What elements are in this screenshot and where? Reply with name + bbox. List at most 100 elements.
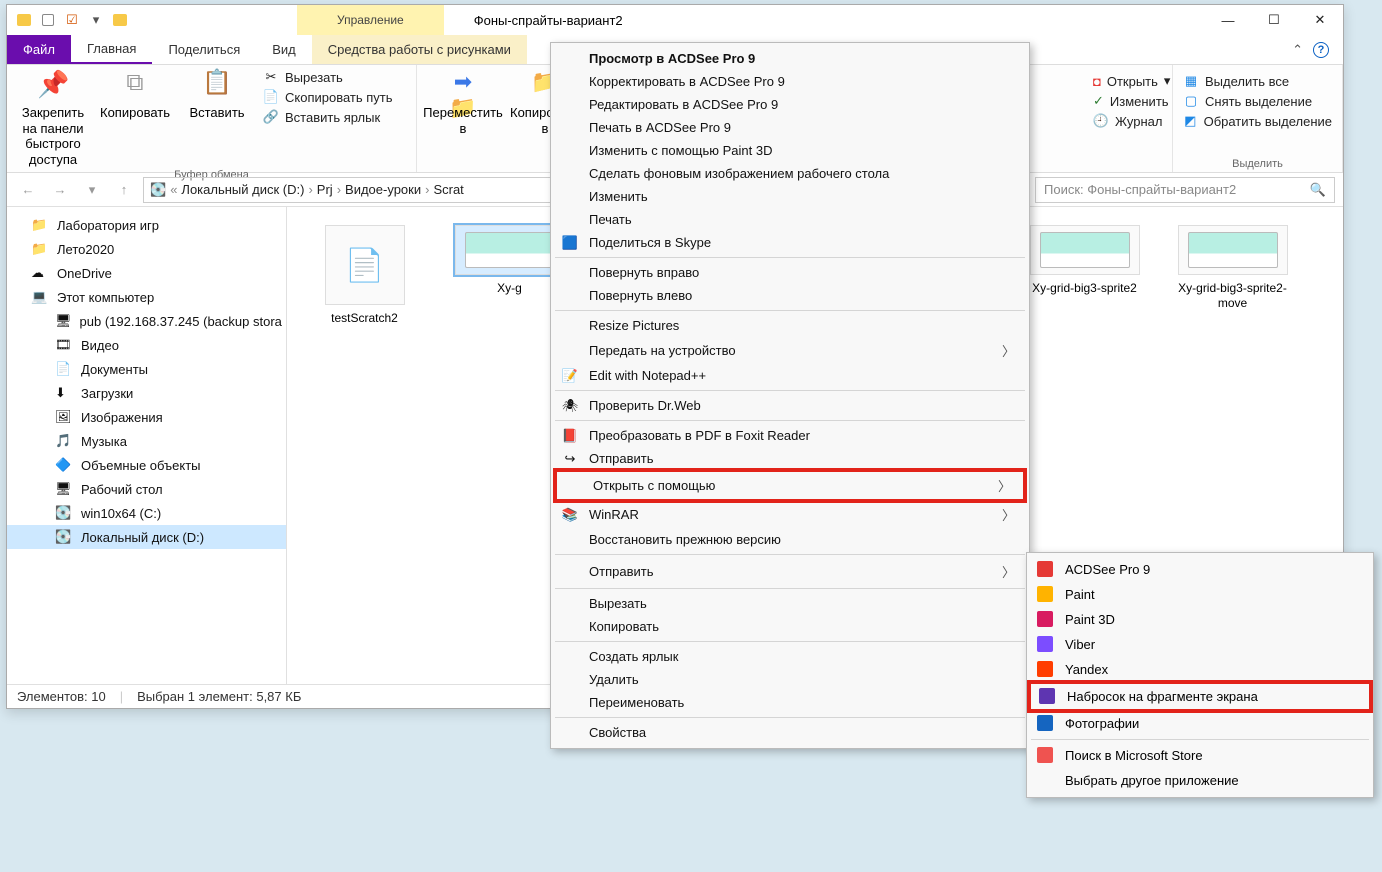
- tab-picture-tools[interactable]: Средства работы с рисунками: [312, 35, 527, 64]
- context-item[interactable]: Открыть с помощью〉: [557, 472, 1023, 499]
- context-item[interactable]: Изменить: [553, 185, 1027, 208]
- context-item[interactable]: Создать ярлык: [553, 645, 1027, 668]
- tab-share[interactable]: Поделиться: [152, 35, 256, 64]
- file-name: Xy-g: [497, 281, 522, 296]
- context-item[interactable]: Печать в ACDSee Pro 9: [553, 116, 1027, 139]
- context-item[interactable]: Печать: [553, 208, 1027, 231]
- file-item[interactable]: 📄testScratch2: [297, 225, 432, 326]
- acdsee-icon: [1037, 561, 1055, 579]
- navigation-tree[interactable]: 📁Лаборатория игр📁Лето2020☁OneDrive💻Этот …: [7, 207, 287, 684]
- invert-button[interactable]: ◩Обратить выделение: [1183, 113, 1332, 129]
- tree-item[interactable]: ☁OneDrive: [7, 261, 286, 285]
- deselect-button[interactable]: ▢Снять выделение: [1183, 93, 1332, 109]
- folder-icon: [15, 11, 33, 29]
- invert-label: Обратить выделение: [1204, 114, 1332, 129]
- file-thumb: [1178, 225, 1288, 275]
- context-item[interactable]: Просмотр в ACDSee Pro 9: [553, 47, 1027, 70]
- context-item[interactable]: Редактировать в ACDSee Pro 9: [553, 93, 1027, 116]
- context-item[interactable]: 📕Преобразовать в PDF в Foxit Reader: [553, 424, 1027, 447]
- tree-item[interactable]: 📁Лаборатория игр: [7, 213, 286, 237]
- tree-item[interactable]: ⬇Загрузки: [7, 381, 286, 405]
- context-item[interactable]: Передать на устройство〉: [553, 337, 1027, 364]
- open-dropdown[interactable]: ◘Открыть ▾: [1093, 73, 1162, 89]
- context-item[interactable]: Повернуть вправо: [553, 261, 1027, 284]
- breadcrumb-2[interactable]: Видое-уроки: [345, 182, 421, 197]
- viber-icon: [1037, 636, 1055, 654]
- submenu-item[interactable]: Выбрать другое приложение: [1029, 768, 1371, 793]
- history-button[interactable]: 🕘Журнал: [1093, 113, 1162, 129]
- copy-button[interactable]: ⧉ Копировать: [99, 69, 171, 121]
- tree-item[interactable]: 🎞Видео: [7, 333, 286, 357]
- context-item-label: Создать ярлык: [589, 649, 678, 664]
- close-button[interactable]: ✕: [1297, 5, 1343, 35]
- copy-path-button[interactable]: 📄Скопировать путь: [263, 89, 393, 105]
- up-button[interactable]: ↑: [111, 177, 137, 203]
- tab-file[interactable]: Файл: [7, 35, 71, 64]
- help-icon[interactable]: ?: [1313, 42, 1329, 58]
- chevron-up-icon[interactable]: ⌃: [1292, 42, 1303, 58]
- context-item-label: Корректировать в ACDSee Pro 9: [589, 74, 785, 89]
- submenu-item[interactable]: Фотографии: [1029, 711, 1371, 736]
- context-item[interactable]: 📝Edit with Notepad++: [553, 364, 1027, 387]
- tree-item[interactable]: 💻Этот компьютер: [7, 285, 286, 309]
- submenu-item[interactable]: Поиск в Microsoft Store: [1029, 743, 1371, 768]
- context-item[interactable]: Resize Pictures: [553, 314, 1027, 337]
- back-button[interactable]: ←: [15, 177, 41, 203]
- submenu-item[interactable]: Набросок на фрагменте экрана: [1031, 684, 1369, 709]
- edit-button[interactable]: ✓Изменить: [1093, 93, 1162, 109]
- file-item[interactable]: Xy-grid-big3-sprite2-move: [1165, 225, 1300, 311]
- context-item[interactable]: Сделать фоновым изображением рабочего ст…: [553, 162, 1027, 185]
- edit-label: Изменить: [1110, 94, 1169, 109]
- breadcrumb-3[interactable]: Scrat: [433, 182, 463, 197]
- tree-item[interactable]: 🖥pub (192.168.37.245 (backup stora: [7, 309, 286, 333]
- tree-item[interactable]: 🖥Рабочий стол: [7, 477, 286, 501]
- open-with-submenu[interactable]: ACDSee Pro 9PaintPaint 3DViberYandexНабр…: [1026, 552, 1374, 798]
- tree-item[interactable]: 🎵Музыка: [7, 429, 286, 453]
- tree-item[interactable]: 📄Документы: [7, 357, 286, 381]
- submenu-item[interactable]: ACDSee Pro 9: [1029, 557, 1371, 582]
- tab-view[interactable]: Вид: [256, 35, 312, 64]
- tree-item[interactable]: 💽win10x64 (C:): [7, 501, 286, 525]
- submenu-item[interactable]: Viber: [1029, 632, 1371, 657]
- context-item[interactable]: Удалить: [553, 668, 1027, 691]
- qat-dropdown-icon[interactable]: ▾: [87, 11, 105, 29]
- breadcrumb-1[interactable]: Prj: [317, 182, 333, 197]
- paste-button[interactable]: 📋 Вставить: [181, 69, 253, 121]
- pin-to-quick-access-button[interactable]: 📌 Закрепить на панели быстрого доступа: [17, 69, 89, 167]
- submenu-item[interactable]: Paint 3D: [1029, 607, 1371, 632]
- recent-dropdown[interactable]: ▾: [79, 177, 105, 203]
- submenu-item[interactable]: Paint: [1029, 582, 1371, 607]
- context-item[interactable]: Свойства: [553, 721, 1027, 744]
- context-item[interactable]: Переименовать: [553, 691, 1027, 714]
- context-item[interactable]: 🕷Проверить Dr.Web: [553, 394, 1027, 417]
- save-icon[interactable]: [39, 11, 57, 29]
- submenu-item[interactable]: Yandex: [1029, 657, 1371, 682]
- tree-item[interactable]: 🖼Изображения: [7, 405, 286, 429]
- cut-button[interactable]: ✂Вырезать: [263, 69, 393, 85]
- tree-item[interactable]: 💽Локальный диск (D:): [7, 525, 286, 549]
- tab-home[interactable]: Главная: [71, 35, 152, 64]
- tree-item[interactable]: 🔷Объемные объекты: [7, 453, 286, 477]
- context-item[interactable]: Копировать: [553, 615, 1027, 638]
- maximize-button[interactable]: ☐: [1251, 5, 1297, 35]
- context-item[interactable]: Корректировать в ACDSee Pro 9: [553, 70, 1027, 93]
- context-item[interactable]: 📚WinRAR〉: [553, 501, 1027, 528]
- context-item[interactable]: Вырезать: [553, 592, 1027, 615]
- breadcrumb-0[interactable]: Локальный диск (D:): [181, 182, 304, 197]
- paste-shortcut-button[interactable]: 🔗Вставить ярлык: [263, 109, 393, 125]
- context-item[interactable]: Восстановить прежнюю версию: [553, 528, 1027, 551]
- search-box[interactable]: Поиск: Фоны-спрайты-вариант2 🔍: [1035, 177, 1335, 203]
- context-item[interactable]: Отправить〉: [553, 558, 1027, 585]
- checkbox-icon[interactable]: ☑: [63, 11, 81, 29]
- context-item[interactable]: Повернуть влево: [553, 284, 1027, 307]
- context-item[interactable]: 🟦Поделиться в Skype: [553, 231, 1027, 254]
- minimize-button[interactable]: —: [1205, 5, 1251, 35]
- move-to-button[interactable]: ➡📁 Переместить в: [427, 69, 499, 136]
- context-item[interactable]: Изменить с помощью Paint 3D: [553, 139, 1027, 162]
- context-item[interactable]: ↪Отправить: [553, 447, 1027, 470]
- file-item[interactable]: Xy-grid-big3-sprite2: [1017, 225, 1152, 296]
- context-menu[interactable]: Просмотр в ACDSee Pro 9 Корректировать в …: [550, 42, 1030, 749]
- select-all-button[interactable]: ▦Выделить все: [1183, 73, 1332, 89]
- tree-item[interactable]: 📁Лето2020: [7, 237, 286, 261]
- forward-button[interactable]: →: [47, 177, 73, 203]
